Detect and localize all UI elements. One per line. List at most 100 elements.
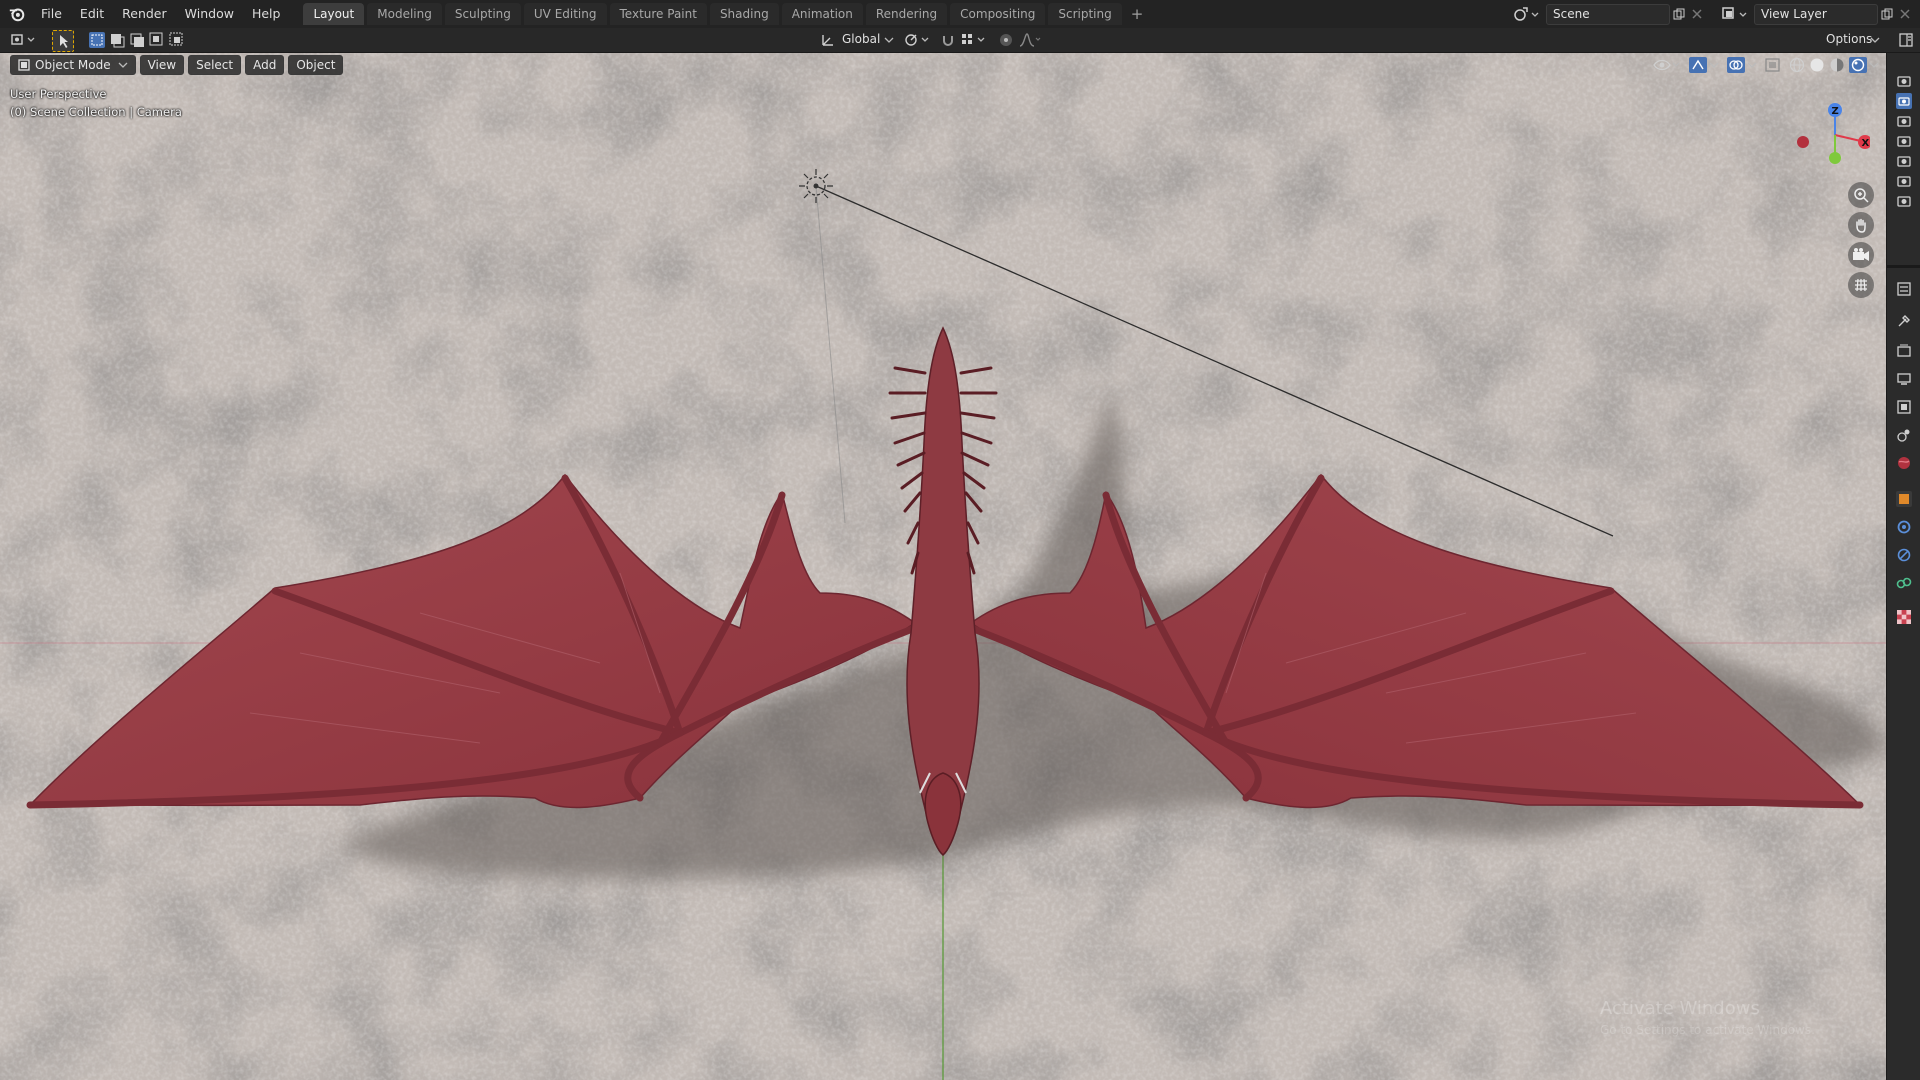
blender-logo-icon[interactable]: [8, 5, 26, 23]
select-intersect-icon[interactable]: [168, 31, 186, 49]
menu-render[interactable]: Render: [113, 0, 176, 28]
visibility-icon[interactable]: [1652, 56, 1682, 74]
chevron-down-icon[interactable]: [1708, 56, 1720, 74]
gizmo-neg-x[interactable]: [1797, 136, 1809, 148]
output-tab-icon[interactable]: [1896, 371, 1912, 387]
wireframe-shading-icon[interactable]: [1788, 56, 1806, 74]
select-tool-button[interactable]: [52, 30, 74, 52]
world-tab-icon[interactable]: [1896, 455, 1912, 471]
view-layer-icon[interactable]: [1720, 5, 1750, 23]
camera-active-tab-icon[interactable]: [1896, 93, 1912, 109]
camera-tab-icon-6[interactable]: [1896, 173, 1912, 189]
render-tab-icon[interactable]: [1896, 343, 1912, 359]
delete-view-layer-icon[interactable]: [1896, 5, 1914, 23]
tab-texture-paint[interactable]: Texture Paint: [609, 3, 707, 25]
selection-mode-group: [88, 31, 186, 49]
camera-tab-icon-3[interactable]: [1896, 113, 1912, 129]
activation-watermark: Activate Windows: [1600, 998, 1760, 1019]
scene-tab-icon[interactable]: [1896, 427, 1912, 443]
tab-animation[interactable]: Animation: [781, 3, 863, 25]
gizmo-x-label: X: [1862, 138, 1870, 149]
scene-viewlayer-area: Scene View Layer: [1512, 0, 1920, 28]
tool-tab-icon[interactable]: [1896, 313, 1912, 329]
view-layer-tab-icon[interactable]: [1896, 399, 1912, 415]
object-menu[interactable]: Object: [288, 55, 344, 75]
tab-compositing[interactable]: Compositing: [950, 3, 1046, 25]
camera-view-tab-icon[interactable]: [1896, 73, 1912, 89]
tab-uv-editing[interactable]: UV Editing: [523, 3, 607, 25]
viewport-shading-controls: [1652, 56, 1880, 74]
select-extend-icon[interactable]: [108, 31, 126, 49]
top-bar: File Edit Render Window Help Layout Mode…: [0, 0, 1920, 28]
mode-dropdown[interactable]: Object Mode: [10, 55, 136, 75]
add-menu[interactable]: Add: [245, 55, 285, 75]
add-workspace-button[interactable]: +: [1125, 5, 1150, 23]
chevron-down-icon: [1870, 37, 1880, 43]
constraints-tab-icon[interactable]: [1896, 575, 1912, 591]
3d-viewport[interactable]: Object Mode View Select Add Object User …: [0, 53, 1886, 1080]
select-menu[interactable]: Select: [188, 55, 242, 75]
material-preview-icon[interactable]: [1828, 56, 1846, 74]
delete-scene-icon[interactable]: [1688, 5, 1706, 23]
workspace-tabs: Layout Modeling Sculpting UV Editing Tex…: [303, 3, 1149, 25]
menu-edit[interactable]: Edit: [71, 0, 113, 28]
menu-help[interactable]: Help: [243, 0, 290, 28]
object-tab-icon[interactable]: [1896, 491, 1912, 507]
mode-label: Object Mode: [35, 58, 111, 72]
snap-icon[interactable]: [940, 32, 956, 48]
rendered-shading-icon[interactable]: [1848, 56, 1868, 74]
solid-shading-icon[interactable]: [1808, 56, 1826, 74]
transform-orientation-icon[interactable]: [820, 32, 836, 48]
select-subtract-icon[interactable]: [128, 31, 146, 49]
texture-tab-icon[interactable]: [1896, 609, 1912, 625]
camera-view-button[interactable]: [1848, 242, 1874, 268]
transform-orientation-dropdown[interactable]: Global: [842, 32, 880, 46]
tab-scripting[interactable]: Scripting: [1048, 3, 1122, 25]
tool-settings-header: Global Options: [0, 28, 1920, 53]
camera-tab-icon-4[interactable]: [1896, 133, 1912, 149]
camera-icon: [1853, 248, 1869, 261]
gizmo-toggle-icon[interactable]: [1688, 56, 1708, 74]
physics-tab-icon[interactable]: [1896, 547, 1912, 563]
menu-file[interactable]: File: [32, 0, 71, 28]
options-dropdown[interactable]: Options: [1826, 32, 1872, 46]
properties-editor-icon[interactable]: [1896, 281, 1912, 297]
new-scene-icon[interactable]: [1670, 5, 1688, 23]
navigation-gizmo[interactable]: Z X: [1785, 90, 1870, 175]
modifier-tab-icon[interactable]: [1896, 519, 1912, 535]
chevron-down-icon[interactable]: [1868, 56, 1880, 74]
gizmo-y-axis[interactable]: [1829, 152, 1841, 164]
view-menu[interactable]: View: [139, 55, 185, 75]
tab-layout[interactable]: Layout: [303, 3, 365, 25]
right-tab-strip: [1886, 53, 1920, 1080]
viewport-header: Object Mode View Select Add Object: [0, 53, 1886, 77]
chevron-down-icon[interactable]: [1746, 56, 1758, 74]
camera-tab-icon-5[interactable]: [1896, 153, 1912, 169]
view-layer-name-field[interactable]: View Layer: [1754, 3, 1878, 25]
activation-watermark-sub: Go to Settings to activate Windows.: [1600, 1023, 1815, 1037]
new-view-layer-icon[interactable]: [1878, 5, 1896, 23]
grid-icon: [1855, 278, 1867, 292]
menu-window[interactable]: Window: [176, 0, 243, 28]
camera-tab-icon-7[interactable]: [1896, 193, 1912, 209]
scene-icon[interactable]: [1512, 5, 1542, 23]
tab-sculpting[interactable]: Sculpting: [444, 3, 521, 25]
snap-target-icon[interactable]: [960, 32, 990, 48]
sidebar-toggle-icon[interactable]: [1898, 32, 1914, 48]
chevron-down-icon: [118, 62, 128, 68]
editor-type-icon[interactable]: [10, 32, 40, 48]
zoom-button[interactable]: [1848, 182, 1874, 208]
tab-rendering[interactable]: Rendering: [865, 3, 948, 25]
pivot-point-icon[interactable]: [904, 32, 934, 48]
tab-shading[interactable]: Shading: [709, 3, 779, 25]
select-invert-icon[interactable]: [148, 31, 166, 49]
falloff-icon[interactable]: [1018, 32, 1042, 48]
overlays-toggle-icon[interactable]: [1726, 56, 1746, 74]
xray-toggle-icon[interactable]: [1764, 56, 1782, 74]
pan-button[interactable]: [1848, 212, 1874, 238]
ortho-toggle-button[interactable]: [1848, 272, 1874, 298]
select-new-icon[interactable]: [88, 31, 106, 49]
tab-modeling[interactable]: Modeling: [367, 3, 442, 25]
scene-name-field[interactable]: Scene: [1546, 3, 1670, 25]
proportional-editing-icon[interactable]: [998, 32, 1014, 48]
